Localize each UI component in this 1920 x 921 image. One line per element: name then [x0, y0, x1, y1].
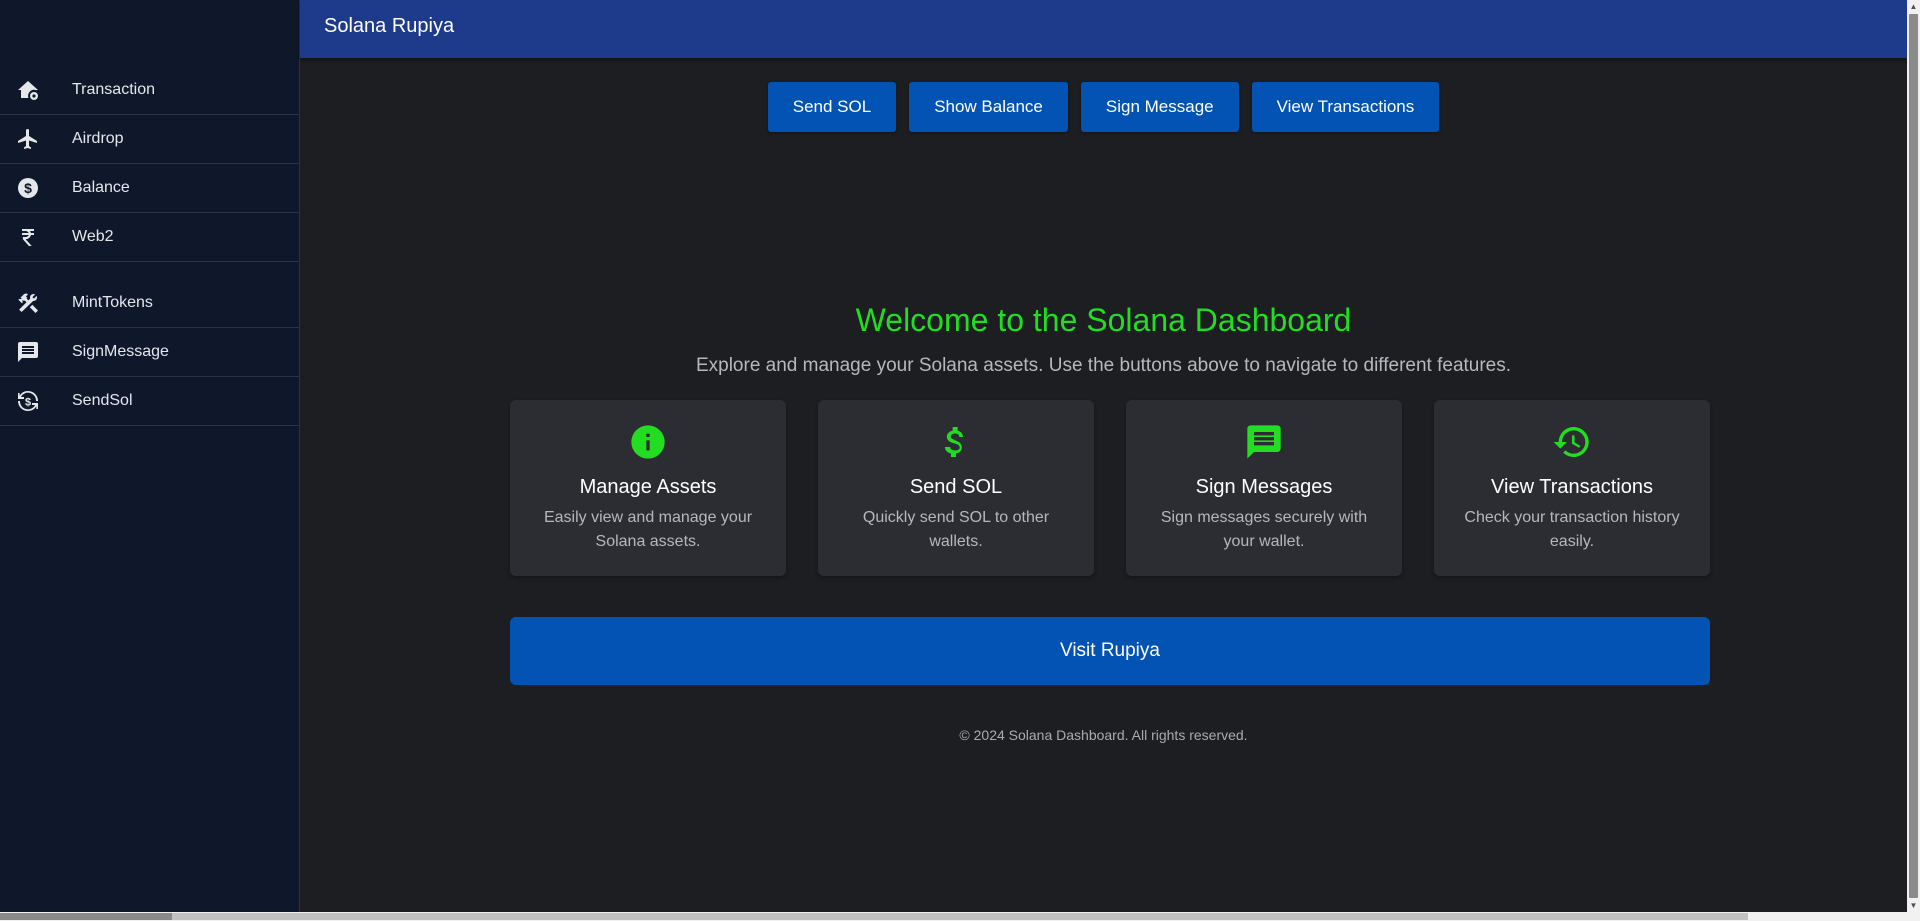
sidebar-item-label: Airdrop [72, 130, 124, 147]
horizontal-scrollbar-track-left [0, 913, 172, 920]
main-content: Send SOL Show Balance Sign Message View … [300, 58, 1907, 912]
app-title: Solana Rupiya [324, 15, 455, 37]
sidebar-item-label: MintTokens [72, 294, 153, 311]
sidebar-item-airdrop[interactable]: Airdrop [0, 115, 300, 164]
horizontal-scrollbar-thumb[interactable] [172, 913, 1748, 920]
vertical-scrollbar[interactable]: ▲ ▼ [1907, 0, 1920, 912]
feature-card-title: Sign Messages [1195, 476, 1333, 498]
sidebar-item-minttokens[interactable]: MintTokens [0, 279, 300, 328]
sidebar-item-label: Web2 [72, 228, 114, 245]
sidebar: Transaction Airdrop $ Balance Web2 MintT… [0, 0, 300, 912]
send-sol-button[interactable]: Send SOL [767, 82, 897, 132]
feature-card-send-sol: Send SOL Quickly send SOL to other walle… [818, 400, 1094, 576]
sidebar-item-label: SignMessage [72, 343, 169, 360]
svg-text:$: $ [24, 180, 32, 196]
feature-card-view-transactions: View Transactions Check your transaction… [1434, 400, 1710, 576]
feature-cards: Manage Assets Easily view and manage you… [510, 400, 1710, 576]
feature-card-sign-messages: Sign Messages Sign messages securely wit… [1126, 400, 1402, 576]
vertical-scrollbar-thumb[interactable] [1909, 14, 1918, 898]
footer-copyright: © 2024 Solana Dashboard. All rights rese… [959, 727, 1248, 743]
welcome-title: Welcome to the Solana Dashboard [855, 302, 1352, 338]
feature-card-manage-assets: Manage Assets Easily view and manage you… [510, 400, 786, 576]
dollar-circle-icon: $ [16, 176, 40, 200]
message-icon [1244, 422, 1284, 462]
feature-card-description: Quickly send SOL to other wallets. [862, 509, 1050, 550]
feature-card-description: Easily view and manage your Solana asset… [543, 509, 753, 550]
app-header: Solana Rupiya [300, 0, 1907, 58]
currency-exchange-icon: $ [16, 389, 40, 413]
scroll-down-icon[interactable]: ▼ [1907, 899, 1920, 912]
feature-card-description: Sign messages securely with your wallet. [1160, 509, 1368, 550]
sidebar-group-primary: Transaction Airdrop $ Balance Web2 [0, 66, 300, 262]
horizontal-scrollbar[interactable] [0, 912, 1920, 921]
sidebar-item-sendsol[interactable]: $ SendSol [0, 377, 300, 426]
message-icon [16, 340, 40, 364]
airplane-icon [16, 127, 40, 151]
sidebar-item-balance[interactable]: $ Balance [0, 164, 300, 213]
svg-text:$: $ [25, 397, 31, 409]
visit-rupiya-button[interactable]: Visit Rupiya [510, 617, 1710, 685]
scroll-up-icon[interactable]: ▲ [1907, 0, 1920, 13]
sidebar-item-web2[interactable]: Web2 [0, 213, 300, 262]
sidebar-item-signmessage[interactable]: SignMessage [0, 328, 300, 377]
feature-card-title: View Transactions [1491, 476, 1653, 498]
action-toolbar: Send SOL Show Balance Sign Message View … [300, 82, 1907, 132]
welcome-subtitle: Explore and manage your Solana assets. U… [695, 355, 1512, 376]
sidebar-item-label: Transaction [72, 81, 155, 98]
sidebar-group-secondary: MintTokens SignMessage $ SendSol [0, 279, 300, 426]
dollar-icon [936, 422, 976, 462]
home-gear-icon [16, 78, 40, 102]
view-transactions-button[interactable]: View Transactions [1251, 82, 1440, 132]
show-balance-button[interactable]: Show Balance [909, 82, 1068, 132]
sidebar-item-label: Balance [72, 179, 130, 196]
rupee-icon [16, 225, 40, 249]
sign-message-button[interactable]: Sign Message [1080, 82, 1239, 132]
tools-icon [16, 291, 40, 315]
sidebar-item-label: SendSol [72, 392, 133, 409]
sidebar-item-transaction[interactable]: Transaction [0, 66, 300, 115]
feature-card-title: Send SOL [909, 476, 1003, 498]
feature-card-title: Manage Assets [579, 476, 717, 498]
info-icon [628, 422, 668, 462]
history-icon [1552, 422, 1592, 462]
feature-card-description: Check your transaction history easily. [1464, 509, 1680, 550]
